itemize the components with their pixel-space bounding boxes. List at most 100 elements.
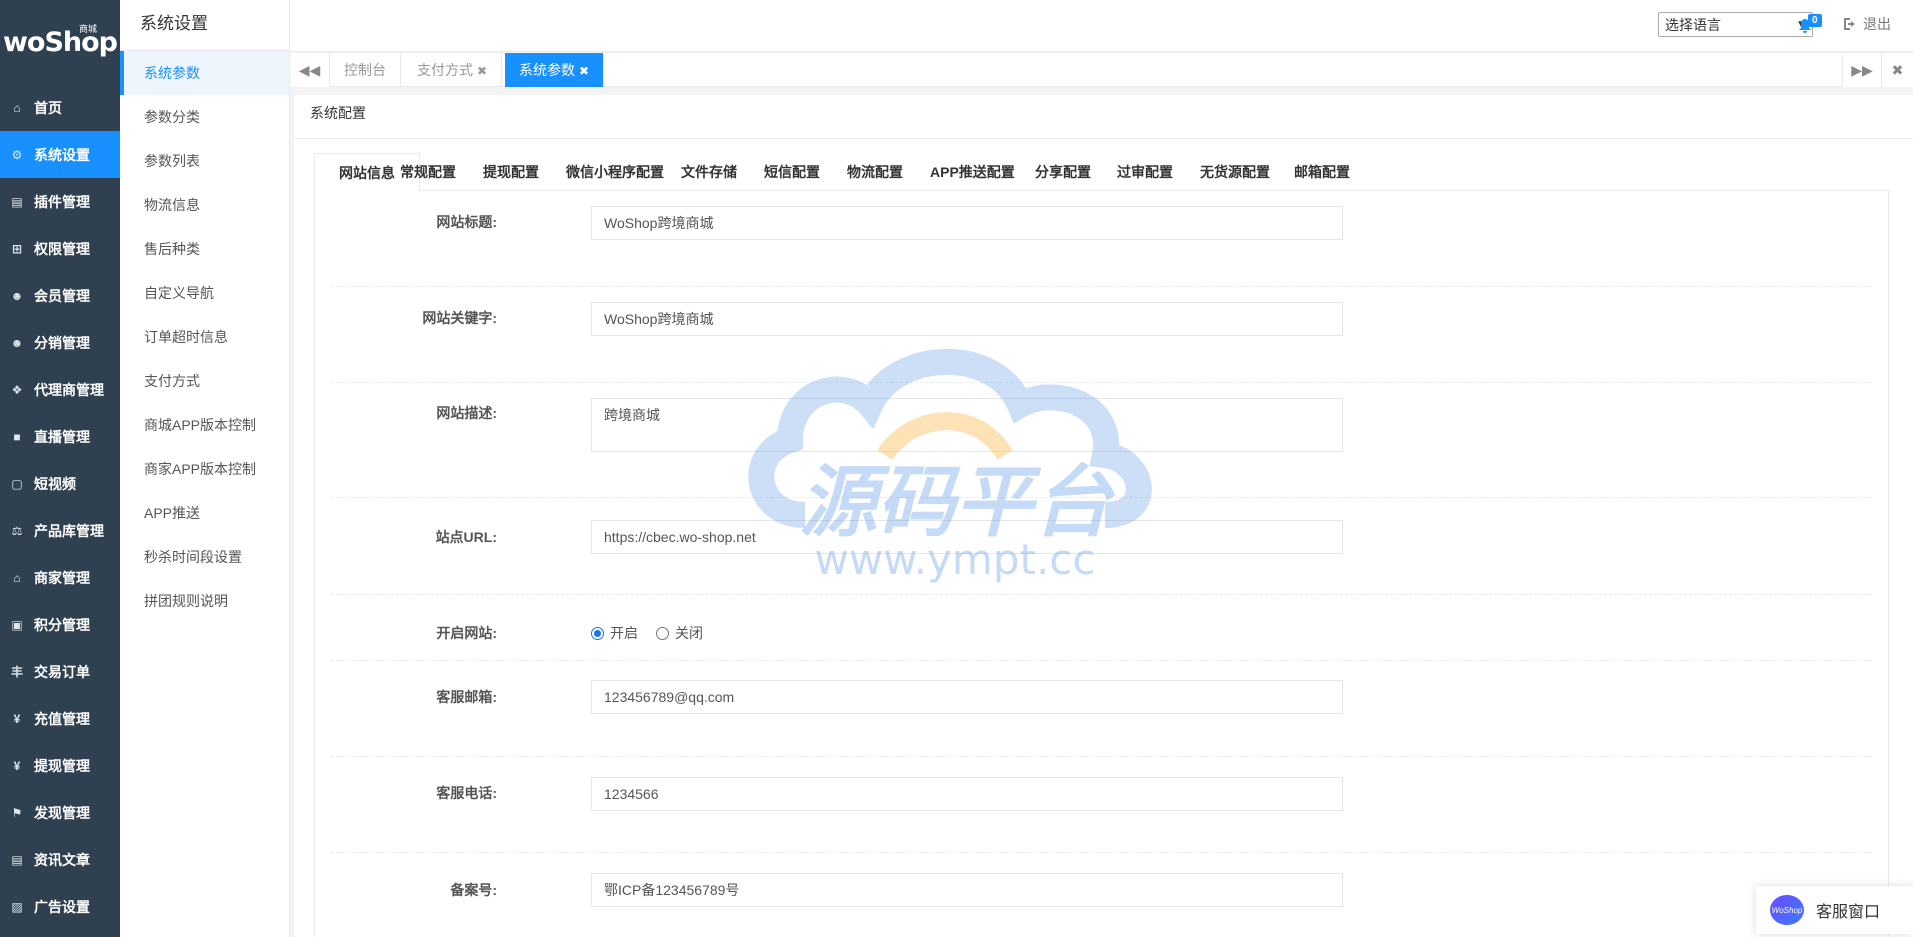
users-icon: ☻ [10,288,24,303]
config-tab[interactable]: APP推送配置 [930,153,1015,192]
tab-label: 系统参数 [519,62,575,78]
sub-nav-item[interactable]: 参数分类 [120,95,289,139]
radio-label: 关闭 [675,625,703,641]
config-form: 网站标题: WoShop跨境商城 网站关键字: WoShop跨境商城 网站描述:… [314,191,1889,937]
tabs-scroll-right-button[interactable]: ▶▶ [1842,53,1882,87]
plugin-icon: ▤ [11,194,23,209]
nav-item[interactable]: ☻ 分销管理 [0,319,120,366]
nav-item[interactable]: ⚙ 系统设置 [0,131,120,178]
tab-system-params[interactable]: 系统参数 ✖ [505,53,605,87]
config-tab[interactable]: 提现配置 [483,153,539,192]
site-url-input[interactable]: https://cbec.wo-shop.net [591,520,1343,554]
nav-item-label: 商家管理 [34,569,90,586]
tab-strip: ◀◀ 控制台 支付方式 ✖ 系统参数 ✖ ▶▶ ✖ [290,53,1913,87]
config-tab[interactable]: 邮箱配置 [1294,153,1350,192]
bank-icon: ⌂ [13,570,21,585]
nav-item-label: 产品库管理 [34,522,104,539]
sub-nav-item[interactable]: 拼团规则说明 [120,579,289,623]
nav-item-label: 广告设置 [34,898,90,915]
customer-service-window[interactable]: WoShop 客服窗口 [1756,886,1913,934]
site-title-input[interactable]: WoShop跨境商城 [591,206,1343,240]
config-tab[interactable]: 分享配置 [1035,153,1091,192]
nav-item[interactable]: ▨ 广告设置 [0,883,120,930]
config-tab[interactable]: 常规配置 [400,153,456,192]
nav-item[interactable]: ▤ 资讯文章 [0,836,120,883]
nav-item-label: 交易订单 [34,663,90,680]
site-description-textarea[interactable]: 跨境商城 [591,398,1343,452]
nav-item[interactable]: ☻ 会员管理 [0,272,120,319]
form-row-service-email: 客服邮箱: 123456789@qq.com [331,661,1872,757]
sub-nav-item[interactable]: 系统参数 [120,51,289,95]
nav-item[interactable]: ⚖ 产品库管理 [0,507,120,554]
sitemap-icon: ⊞ [11,241,23,256]
sub-nav-item[interactable]: 商家APP版本控制 [120,447,289,491]
config-tab[interactable]: 物流配置 [847,153,903,192]
file-icon: ▢ [11,476,23,491]
sub-nav-item[interactable]: 支付方式 [120,359,289,403]
radio-checked-icon [591,626,604,640]
yen-icon: ¥ [13,758,21,773]
nav-item[interactable]: ❖ 代理商管理 [0,366,120,413]
sub-sidebar: 系统设置 系统参数 参数分类 参数列表 物流信息 售后种类 自定义导航 订单超时信息 支付方式… [120,0,290,937]
nav-item[interactable]: 丰交易订单 [0,648,120,695]
service-phone-input[interactable]: 1234566 [591,777,1343,811]
nav-item[interactable]: ⊞ 权限管理 [0,225,120,272]
close-icon[interactable]: ✖ [579,64,589,78]
logo[interactable]: woShop 商城 [0,0,120,84]
site-url-label: 站点URL: [435,529,497,545]
tab-console[interactable]: 控制台 [330,53,401,87]
sub-nav-item[interactable]: 自定义导航 [120,271,289,315]
notifications-badge: 0 [1808,14,1822,27]
site-description-label: 网站描述: [436,405,497,421]
nav-item[interactable]: ¥ 提现管理 [0,742,120,789]
nav-item-label: 会员管理 [34,287,90,304]
sub-nav: 系统参数 参数分类 参数列表 物流信息 售后种类 自定义导航 订单超时信息 支付方式 商城APP… [120,51,289,623]
sub-nav-item[interactable]: 秒杀时间段设置 [120,535,289,579]
sub-nav-item[interactable]: 物流信息 [120,183,289,227]
close-all-tabs-button[interactable]: ✖ [1882,53,1913,87]
tabs-scroll-left-button[interactable]: ◀◀ [290,53,330,87]
tab-payment[interactable]: 支付方式 ✖ [403,53,503,87]
nav-item[interactable]: ⚑ 发现管理 [0,789,120,836]
form-row-site-open: 开启网站: 开启 关闭 [331,595,1872,661]
sign-out-icon [1844,18,1855,30]
config-tab[interactable]: 文件存储 [681,153,737,192]
config-tab[interactable]: 过审配置 [1117,153,1173,192]
nav-item[interactable]: ▤ 插件管理 [0,178,120,225]
sub-nav-item[interactable]: 订单超时信息 [120,315,289,359]
close-icon[interactable]: ✖ [477,64,487,78]
nav-item[interactable]: ▣ 积分管理 [0,601,120,648]
sub-nav-item[interactable]: 售后种类 [120,227,289,271]
icp-input[interactable]: 鄂ICP备123456789号 [591,873,1343,907]
form-row-icp: 备案号: 鄂ICP备123456789号 [331,853,1872,937]
sub-nav-item[interactable]: 参数列表 [120,139,289,183]
config-tab[interactable]: 微信小程序配置 [566,153,664,192]
config-tab[interactable]: 无货源配置 [1200,153,1270,192]
nav-item[interactable]: ¥ 充值管理 [0,695,120,742]
file-text-icon: ▣ [11,617,23,632]
site-open-label: 开启网站: [436,625,497,641]
nav-item-label: 充值管理 [34,710,90,727]
nav-item[interactable]: ■ 直播管理 [0,413,120,460]
site-keywords-input[interactable]: WoShop跨境商城 [591,302,1343,336]
service-email-input[interactable]: 123456789@qq.com [591,680,1343,714]
sub-nav-item[interactable]: 商城APP版本控制 [120,403,289,447]
logout-button[interactable]: 退出 [1843,14,1891,34]
service-email-label: 客服邮箱: [436,689,497,705]
site-open-radio-on[interactable]: 开启 [591,623,638,643]
language-select-value: 选择语言 [1665,16,1721,33]
nav-item[interactable]: ⌂ 商家管理 [0,554,120,601]
nav-item-label: 权限管理 [34,240,90,257]
language-select[interactable]: 选择语言 ▼ [1658,12,1813,37]
logout-label: 退出 [1863,16,1891,32]
config-tab[interactable]: 短信配置 [764,153,820,192]
avatar: WoShop [1770,895,1804,925]
notifications-button[interactable]: 0 [1798,14,1826,36]
form-row-site-keywords: 网站关键字: WoShop跨境商城 [331,287,1872,383]
close-icon: ✖ [1891,61,1904,78]
sub-nav-item[interactable]: APP推送 [120,491,289,535]
site-open-radio-off[interactable]: 关闭 [656,623,703,643]
nav-item[interactable]: ⌂ 首页 [0,84,120,131]
nav-item[interactable]: ▢ 短视频 [0,460,120,507]
nav-item-label: 代理商管理 [34,381,104,398]
